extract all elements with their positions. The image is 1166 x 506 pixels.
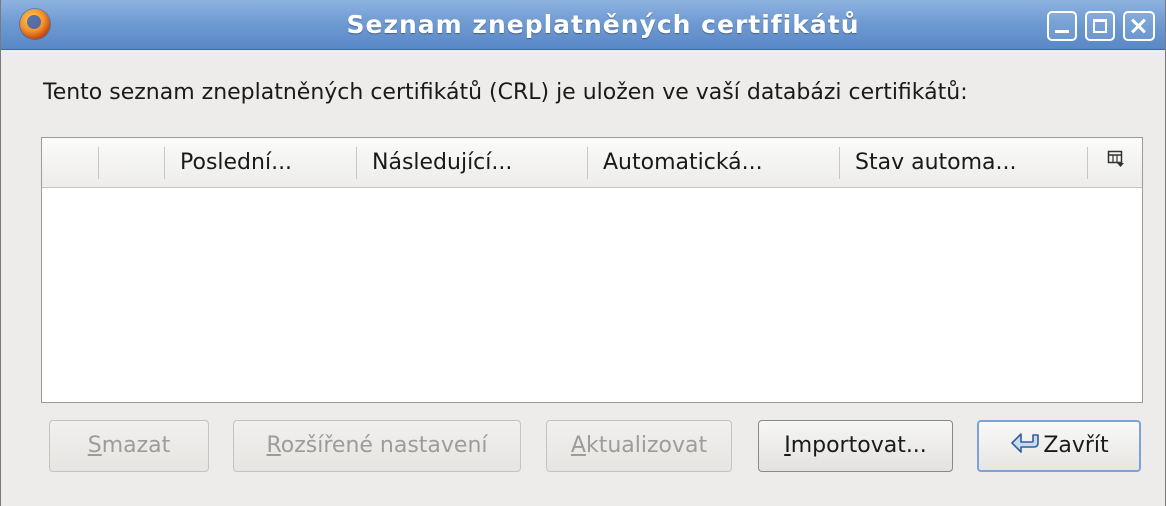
table-header: Poslední... Následující... Automatická..… [42,138,1142,188]
maximize-icon[interactable] [1085,11,1115,41]
column-picker-glyph [1107,150,1124,167]
import-label: mportovat... [790,433,927,458]
column-header-auto-status[interactable]: Stav automa... [839,138,1087,187]
title-bar[interactable]: Seznam zneplatněných certifikátů [1,0,1165,50]
update-label: ktualizovat [585,433,708,458]
crl-table[interactable]: Poslední... Následující... Automatická..… [41,137,1143,403]
update-button[interactable]: Aktualizovat [546,420,732,472]
advanced-settings-button[interactable]: Rozšířené nastavení [233,420,521,472]
minimize-icon[interactable] [1047,11,1077,41]
column-header-automatic[interactable]: Automatická... [587,138,839,187]
close-button[interactable]: Zavřít [977,420,1141,472]
return-arrow-icon [1011,433,1040,453]
column-header-last-update[interactable]: Poslední... [164,138,356,187]
column-separator [1087,147,1088,179]
advanced-mnemonic: R [266,433,281,458]
delete-label: mazat [101,433,171,458]
delete-mnemonic: S [87,433,102,458]
advanced-label: ozšířené nastavení [280,433,488,458]
dialog-window: Seznam zneplatněných certifikátů Tento s… [0,0,1166,506]
import-button[interactable]: Importovat... [758,420,953,472]
update-mnemonic: A [570,433,586,458]
delete-button[interactable]: Smazat [49,420,209,472]
close-label: Zavřít [1043,433,1109,458]
window-title: Seznam zneplatněných certifikátů [346,10,860,39]
table-body[interactable] [42,188,1142,402]
column-header-1[interactable] [42,138,98,187]
column-header-next-update[interactable]: Následující... [356,138,587,187]
close-icon[interactable] [1123,11,1155,41]
column-picker-icon[interactable] [1090,138,1142,187]
description-text: Tento seznam zneplatněných certifikátů (… [43,80,968,105]
column-header-2[interactable] [98,138,164,187]
